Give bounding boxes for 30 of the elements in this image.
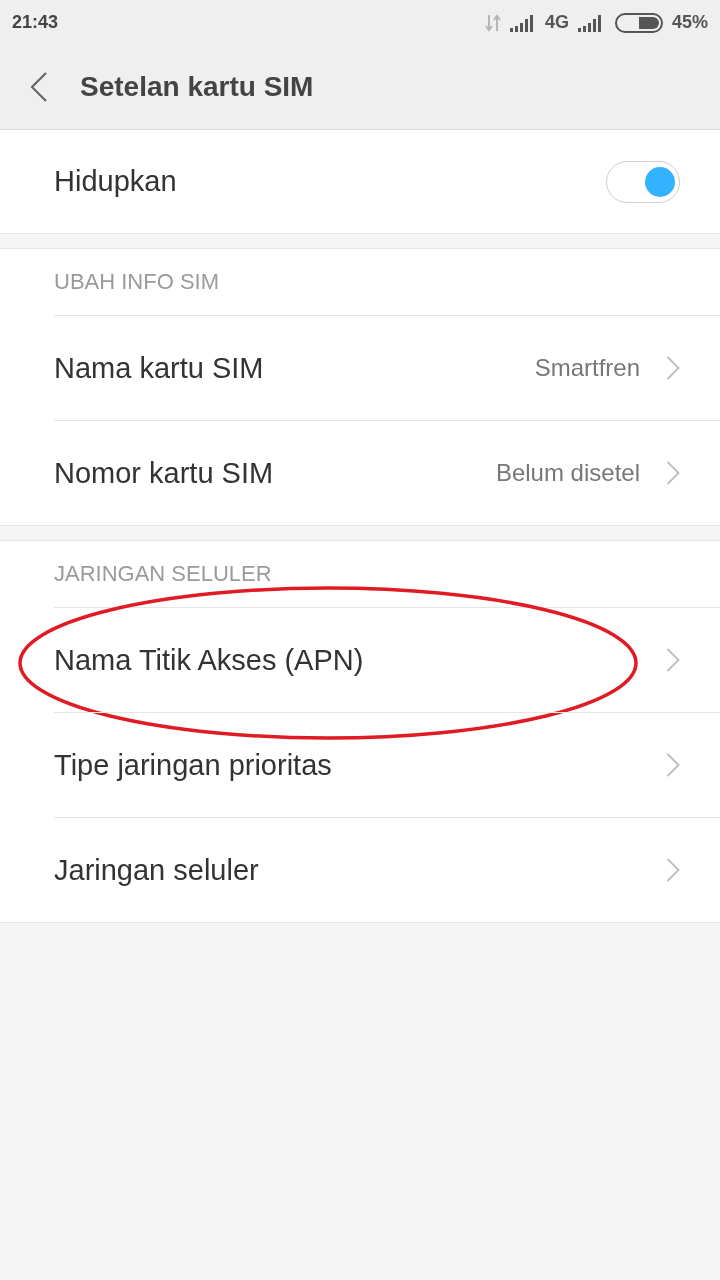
- battery-icon: [614, 12, 663, 33]
- back-icon: [30, 72, 48, 102]
- status-time: 21:43: [12, 12, 59, 33]
- row-label: Nomor kartu SIM: [54, 456, 274, 490]
- toggle-switch[interactable]: [606, 160, 680, 203]
- signal-icon: [509, 13, 536, 32]
- network-type: 4G: [544, 12, 569, 33]
- switch-label: Hidupkan: [54, 165, 177, 198]
- settings-row[interactable]: Nama Titik Akses (APN): [54, 607, 720, 712]
- chevron-icon: [666, 753, 680, 777]
- settings-row[interactable]: Nama kartu SIM Smartfren: [54, 315, 720, 420]
- data-arrows-icon: [484, 13, 501, 32]
- chevron-icon: [666, 356, 680, 380]
- settings-row[interactable]: Jaringan seluler: [54, 817, 720, 922]
- row-value: Smartfren: [534, 354, 640, 382]
- chevron-icon: [666, 461, 680, 485]
- section-header: UBAH INFO SIM: [54, 269, 219, 295]
- row-label: Nama Titik Akses (APN): [54, 643, 364, 677]
- settings-row[interactable]: Tipe jaringan prioritas: [54, 712, 720, 817]
- row-value: Belum disetel: [495, 459, 640, 487]
- row-label: Jaringan seluler: [54, 853, 259, 887]
- page-title: Setelan kartu SIM: [80, 71, 314, 103]
- battery-percentage: 45%: [671, 12, 708, 33]
- settings-row[interactable]: Nomor kartu SIM Belum disetel: [54, 420, 720, 525]
- chevron-icon: [666, 858, 680, 882]
- chevron-icon: [666, 648, 680, 672]
- section-header: JARINGAN SELULER: [54, 561, 272, 587]
- signal-icon: [577, 13, 604, 32]
- row-label: Nama kartu SIM: [54, 351, 264, 385]
- row-label: Tipe jaringan prioritas: [54, 748, 332, 782]
